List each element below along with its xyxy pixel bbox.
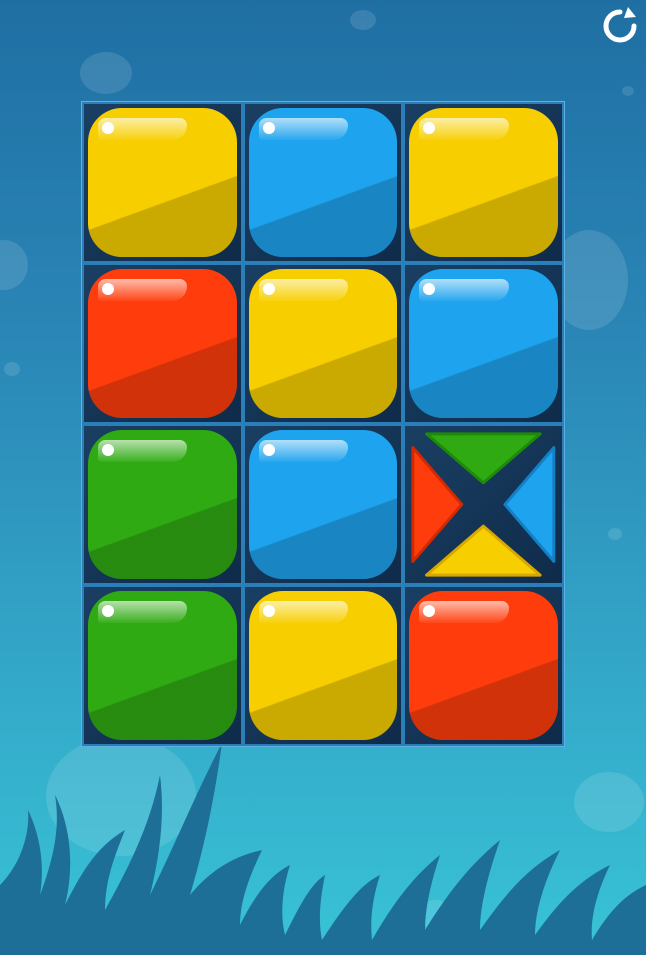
split-triangle-top-green (425, 432, 542, 485)
block-shade (248, 336, 398, 418)
grid-cell-yellow[interactable] (82, 102, 243, 263)
split-tile-cell[interactable] (403, 424, 564, 585)
block-shade (248, 658, 398, 740)
grid-cell-yellow[interactable] (242, 585, 404, 746)
seaweed-silhouette (0, 743, 646, 955)
block-shade (88, 336, 237, 418)
grid-cell-red[interactable] (82, 263, 243, 424)
background-bubble (4, 362, 20, 376)
grid-cell-blue[interactable] (242, 424, 404, 585)
yellow-block (248, 269, 398, 418)
block-shade (88, 658, 237, 740)
grid-cell-blue[interactable] (242, 102, 404, 263)
yellow-block (409, 108, 558, 257)
block-glint (262, 444, 275, 456)
block-shade (248, 497, 398, 579)
background-bubble (0, 240, 28, 290)
block-glint (102, 605, 114, 617)
block-glint (262, 283, 275, 295)
block-shade (88, 175, 237, 257)
restart-button[interactable] (598, 4, 642, 48)
grid-cell-yellow[interactable] (242, 263, 404, 424)
block-shade (409, 658, 558, 740)
split-triangle-left-red (411, 446, 464, 563)
block-shade (88, 497, 237, 579)
blue-block (409, 269, 558, 418)
block-shade (409, 175, 558, 257)
split-triangle-bottom-yellow (425, 524, 542, 577)
grid-cell-red[interactable] (403, 585, 564, 746)
blue-block (248, 108, 398, 257)
block-glint (102, 122, 114, 134)
block-glint (102, 283, 114, 295)
split-tile (411, 432, 556, 577)
block-glint (262, 122, 275, 134)
background-bubble (350, 10, 376, 30)
grid-cell-green[interactable] (82, 424, 243, 585)
green-block (88, 591, 237, 740)
background-bubble (622, 86, 634, 96)
yellow-block (248, 591, 398, 740)
yellow-block (88, 108, 237, 257)
green-block (88, 430, 237, 579)
grid-cell-green[interactable] (82, 585, 243, 746)
game-board (81, 101, 565, 747)
background-bubble (608, 528, 622, 540)
block-shade (248, 175, 398, 257)
block-glint (262, 605, 275, 617)
blue-block (248, 430, 398, 579)
block-shade (409, 336, 558, 418)
block-glint (102, 444, 114, 456)
background-bubble (80, 52, 132, 94)
red-block (88, 269, 237, 418)
split-triangle-right-blue (503, 446, 556, 563)
grid-cell-yellow[interactable] (403, 102, 564, 263)
restart-icon (603, 7, 637, 43)
grid-cell-blue[interactable] (403, 263, 564, 424)
red-block (409, 591, 558, 740)
